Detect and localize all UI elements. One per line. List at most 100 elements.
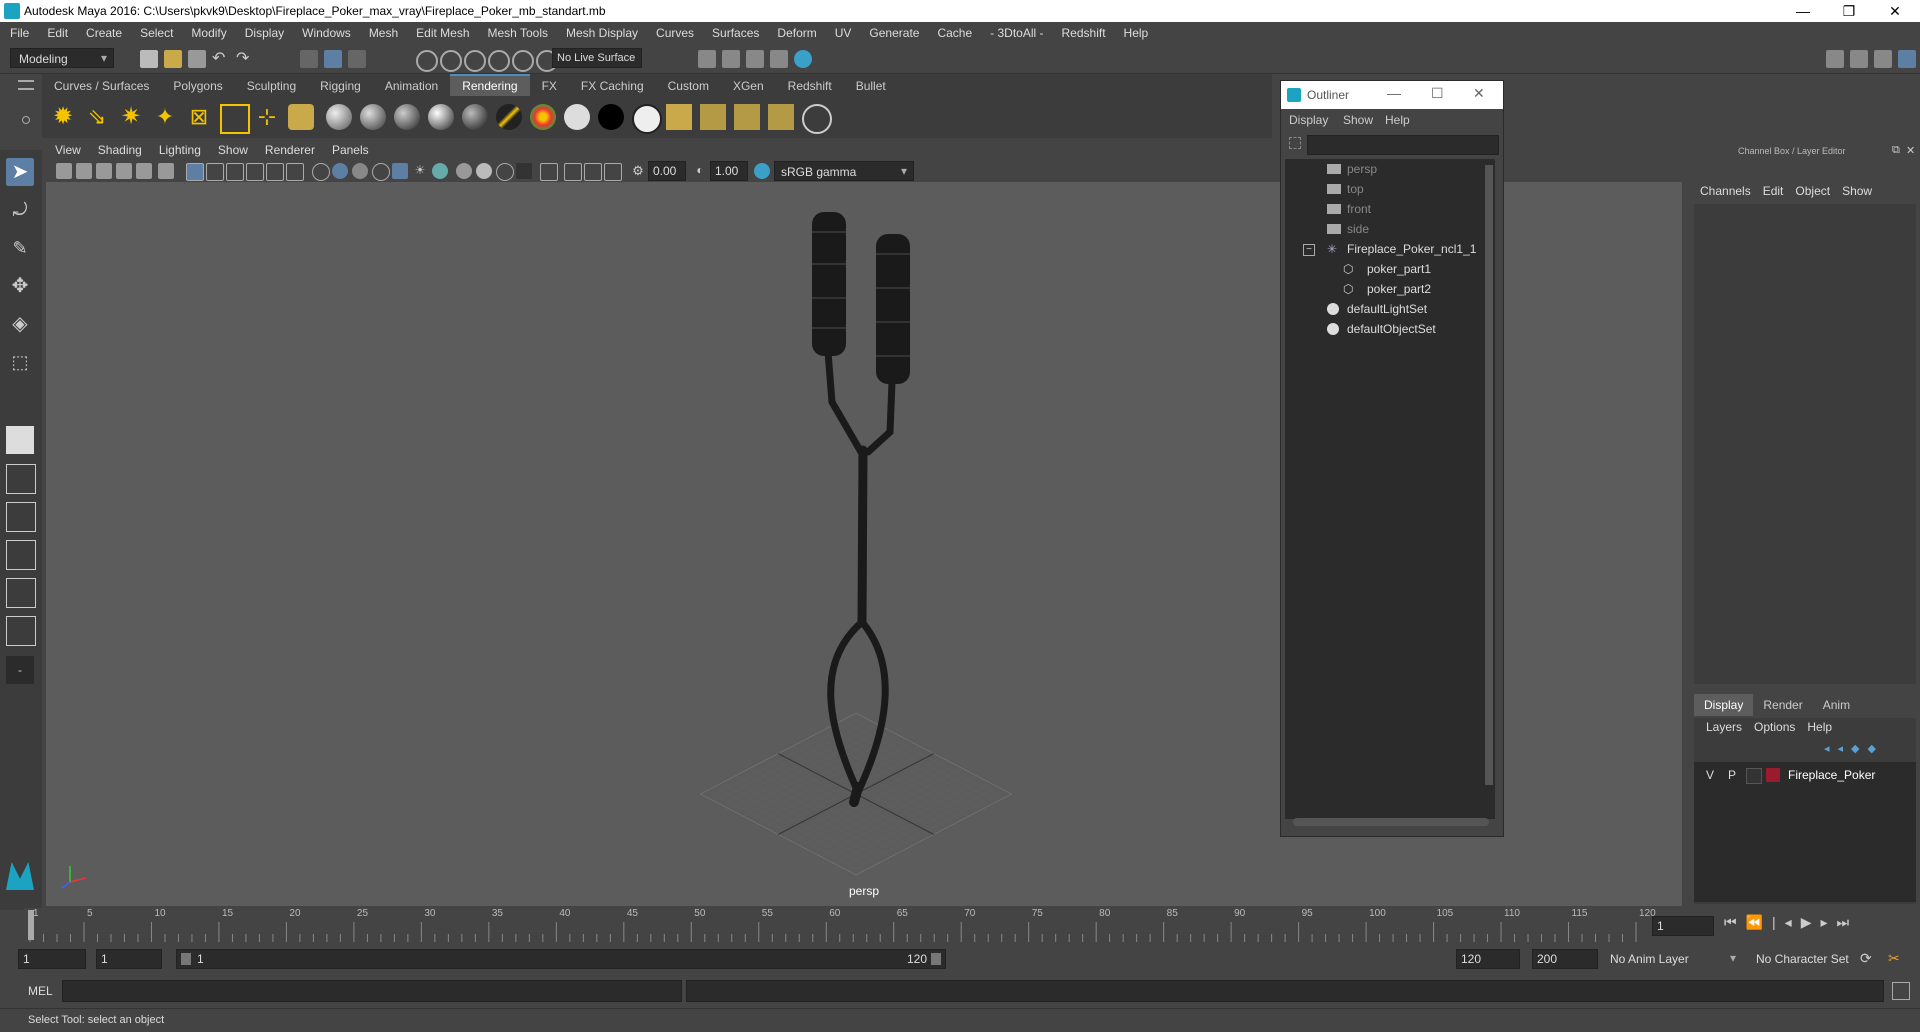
layer-tab-display[interactable]: Display [1694, 694, 1754, 716]
menu-edit[interactable]: Edit [37, 22, 76, 44]
menu-redshift[interactable]: Redshift [1052, 22, 1114, 44]
shelf-tab-custom[interactable]: Custom [656, 75, 721, 97]
close-panel-icon[interactable]: ✕ [1906, 144, 1915, 157]
modeling-toolkit-icon[interactable] [1826, 50, 1844, 68]
outliner-close-button[interactable]: ✕ [1473, 85, 1485, 102]
layer-playback-toggle[interactable]: P [1728, 768, 1736, 782]
script-editor-icon[interactable] [1892, 982, 1910, 1000]
shelf-tab-fx-caching[interactable]: FX Caching [569, 75, 656, 97]
resolution-gate-icon[interactable] [226, 163, 244, 181]
character-set-dropdown[interactable]: No Character Set [1744, 949, 1868, 969]
shelf-tab-animation[interactable]: Animation [373, 75, 450, 97]
ipr-render-icon[interactable] [746, 50, 764, 68]
anisotropic-material-icon[interactable] [462, 104, 488, 130]
render-view-icon[interactable] [698, 50, 716, 68]
menu-surfaces[interactable]: Surfaces [702, 22, 767, 44]
outliner-menu-help[interactable]: Help [1385, 113, 1410, 127]
playback-controls[interactable]: ⏮⏪|◂▶▸⏭ [1724, 914, 1914, 936]
mode-dropdown[interactable]: Modeling ▾ [10, 48, 114, 68]
motion-blur-icon[interactable] [456, 163, 472, 179]
redo-icon[interactable]: ↷ [236, 50, 254, 68]
channel-box-icon[interactable] [1898, 50, 1916, 68]
attribute-editor-icon[interactable] [1850, 50, 1868, 68]
camera-aim-icon[interactable] [288, 104, 314, 130]
layout-custom-icon[interactable]: - [6, 656, 34, 684]
shelf-tab-fx[interactable]: FX [530, 75, 569, 97]
layout-single-icon[interactable] [6, 426, 34, 454]
menu-windows[interactable]: Windows [292, 22, 359, 44]
render-target-icon[interactable] [802, 104, 832, 134]
outliner-vertical-scrollbar[interactable] [1485, 165, 1493, 785]
layer-tab-render[interactable]: Render [1753, 694, 1812, 716]
command-input[interactable] [62, 980, 682, 1002]
smooth-shade-icon[interactable] [332, 163, 348, 179]
close-button[interactable]: ✕ [1872, 0, 1918, 22]
camera-create-icon[interactable]: ⊹ [254, 104, 280, 130]
black-shader-icon[interactable] [598, 104, 624, 130]
open-scene-icon[interactable] [164, 50, 182, 68]
select-tool-icon[interactable]: ➤ [6, 158, 34, 186]
snap-grid-icon[interactable] [416, 50, 438, 72]
batch-render-icon[interactable] [734, 104, 760, 130]
field-chart-icon[interactable] [266, 163, 284, 181]
layer-menu-layers[interactable]: Layers [1700, 720, 1748, 734]
layer-menu-help[interactable]: Help [1801, 720, 1838, 734]
cb-menu-show[interactable]: Show [1836, 184, 1878, 198]
menu-select[interactable]: Select [130, 22, 181, 44]
maximize-button[interactable]: ❐ [1826, 0, 1872, 22]
render-frame-icon[interactable] [722, 50, 740, 68]
time-slider[interactable]: 1 5 10 15 20 25 30 35 40 45 50 55 60 65 70 75 80 85 90 95 10… [24, 908, 1656, 944]
select-hierarchy-icon[interactable] [300, 50, 318, 68]
shelf-tab-polygons[interactable]: Polygons [161, 75, 234, 97]
film-gate-icon[interactable] [206, 163, 224, 181]
outliner-search-input[interactable] [1307, 135, 1499, 155]
phong-material-icon[interactable] [394, 104, 420, 130]
layer-row[interactable]: V P Fireplace_Poker [1694, 766, 1916, 784]
multisample-aa-icon[interactable] [476, 163, 492, 179]
menu-curves[interactable]: Curves [646, 22, 702, 44]
shelf-options-icon[interactable] [22, 116, 30, 124]
shelf-tab-rendering[interactable]: Rendering [450, 74, 530, 96]
menu-generate[interactable]: Generate [859, 22, 927, 44]
use-background-icon[interactable] [632, 104, 662, 134]
image-plane-icon[interactable] [116, 163, 132, 179]
menu-cache[interactable]: Cache [927, 22, 980, 44]
new-scene-icon[interactable] [140, 50, 158, 68]
area-light-icon[interactable]: ⊠ [186, 104, 212, 130]
rotate-tool-icon[interactable]: ◈ [6, 310, 34, 338]
layout-graph-icon[interactable] [6, 616, 36, 646]
menu-uv[interactable]: UV [825, 22, 860, 44]
menu-modify[interactable]: Modify [181, 22, 234, 44]
grid-toggle-icon[interactable] [186, 163, 204, 181]
layer-tab-anim[interactable]: Anim [1813, 694, 1860, 716]
menu-help[interactable]: Help [1114, 22, 1157, 44]
snap-view-plane-icon[interactable] [488, 50, 510, 72]
menu-edit-mesh[interactable]: Edit Mesh [406, 22, 477, 44]
two-d-pan-icon[interactable] [136, 163, 152, 179]
bookmark-icon[interactable] [96, 163, 112, 179]
camera-attributes-icon[interactable] [76, 163, 92, 179]
layer-visibility-toggle[interactable]: V [1706, 768, 1714, 782]
camera-select-icon[interactable] [56, 163, 72, 179]
surface-shader-icon[interactable] [496, 104, 522, 130]
menu-file[interactable]: File [0, 22, 37, 44]
anim-layer-dropdown[interactable]: No Anim Layer ▾ [1610, 949, 1738, 969]
outliner-menu-show[interactable]: Show [1343, 113, 1373, 127]
shelf-tab-redshift[interactable]: Redshift [776, 75, 844, 97]
tool-settings-icon[interactable] [1874, 50, 1892, 68]
render-current-frame-icon[interactable] [666, 104, 692, 130]
lambert-material-icon[interactable] [360, 104, 386, 130]
render-sequence-icon[interactable] [768, 104, 794, 130]
playback-start-field[interactable] [96, 949, 162, 969]
float-panel-icon[interactable]: ⧉ [1892, 144, 1900, 157]
directional-light-icon[interactable]: ⇘ [84, 104, 110, 130]
menu-display[interactable]: Display [235, 22, 292, 44]
textured-icon[interactable] [372, 163, 390, 181]
lasso-tool-icon[interactable]: ⤾ [6, 196, 34, 224]
shelf-tab-sculpting[interactable]: Sculpting [235, 75, 308, 97]
ipr-shelf-icon[interactable] [700, 104, 726, 130]
phonge-material-icon[interactable] [428, 104, 454, 130]
move-tool-icon[interactable]: ✥ [6, 272, 34, 300]
layer-actions-icon[interactable]: ◂◂◆◆ [1824, 742, 1910, 756]
xray-components-icon[interactable] [584, 163, 602, 181]
